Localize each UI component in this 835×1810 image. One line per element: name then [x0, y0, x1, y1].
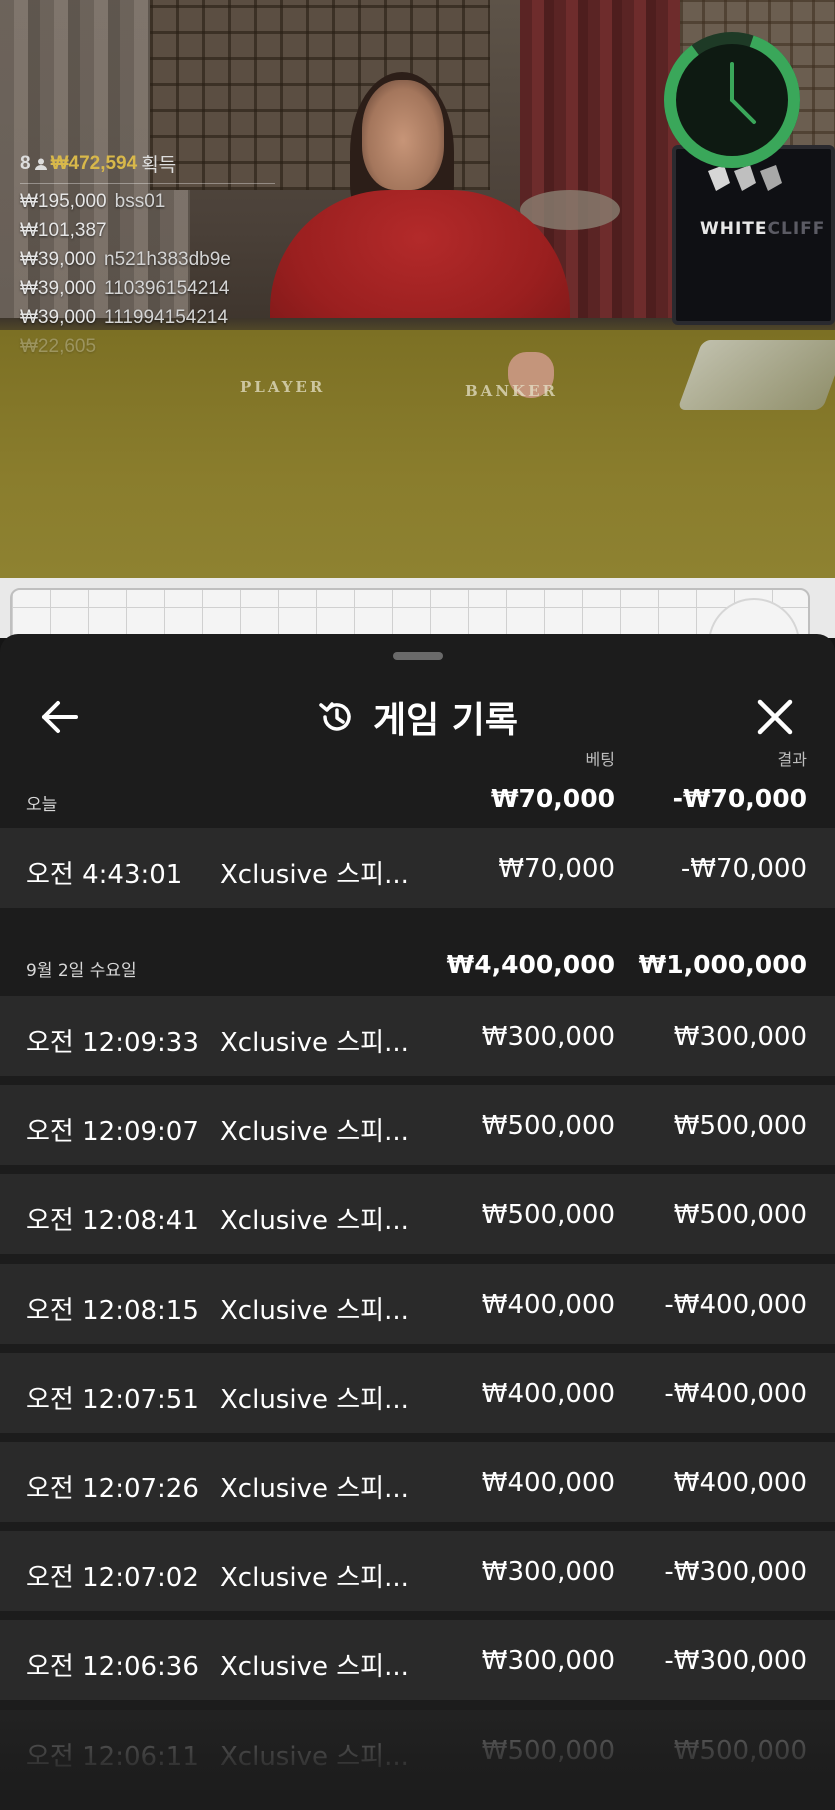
brand-name: WHITECLIFF: [700, 219, 826, 239]
game-name: Xclusive 스피...: [220, 1117, 409, 1147]
winners-list: 8 ₩472,594 획득 ₩195,000 bss01 ₩101,387 ₩39…: [20, 150, 275, 358]
result-amount: ₩400,000: [673, 1468, 807, 1498]
bet-amount: ₩300,000: [481, 1557, 615, 1587]
person-icon: [34, 158, 47, 170]
card-shoe: [677, 340, 835, 410]
banker-area-label: BANKER: [465, 382, 558, 400]
history-row[interactable]: 오전 12:06:36 Xclusive 스피... ₩300,000 -₩30…: [0, 1620, 835, 1700]
group-result-total: ₩1,000,000: [638, 950, 807, 979]
winners-label: 획득: [141, 155, 177, 176]
bet-amount: ₩500,000: [481, 1200, 615, 1230]
bet-amount: ₩400,000: [481, 1290, 615, 1320]
group-bet-total: ₩4,400,000: [446, 950, 615, 979]
result-amount: -₩300,000: [664, 1646, 807, 1676]
game-name: Xclusive 스피...: [220, 1563, 409, 1593]
bet-amount: ₩400,000: [481, 1379, 615, 1409]
history-row[interactable]: 오전 12:09:07 Xclusive 스피... ₩500,000 ₩500…: [0, 1085, 835, 1165]
round-time: 오전 12:07:02: [26, 1563, 199, 1593]
arrow-left-icon: [42, 701, 78, 733]
history-row[interactable]: 오전 4:43:01 Xclusive 스피... ₩70,000 -₩70,0…: [0, 828, 835, 908]
round-timer: [664, 32, 800, 168]
history-row[interactable]: 오전 12:07:51 Xclusive 스피... ₩400,000 -₩40…: [0, 1353, 835, 1433]
result-amount: ₩500,000: [673, 1736, 807, 1766]
game-name: Xclusive 스피...: [220, 1742, 409, 1772]
page-title: 게임 기록: [372, 700, 518, 741]
round-time: 오전 12:09:33: [26, 1028, 199, 1058]
result-amount: ₩300,000: [673, 1022, 807, 1052]
result-amount: -₩70,000: [680, 854, 807, 884]
round-time: 오전 4:43:01: [26, 860, 183, 890]
column-header-result: 결과: [777, 750, 807, 769]
result-amount: -₩300,000: [664, 1557, 807, 1587]
dealer-head: [362, 80, 444, 190]
group-bet-total: ₩70,000: [490, 784, 615, 813]
winner-row: ₩195,000 bss01: [20, 191, 166, 212]
game-history-sheet: 게임 기록 베팅 결과 오늘 ₩70,000 -₩70,000 오전 4:43:…: [0, 634, 835, 1810]
winner-row: ₩22,605: [20, 336, 97, 357]
winner-row: ₩39,000 110396154214: [20, 278, 230, 299]
round-time: 오전 12:06:36: [26, 1652, 199, 1682]
background-lamp: [520, 190, 620, 230]
round-time: 오전 12:07:51: [26, 1385, 199, 1415]
round-time: 오전 12:09:07: [26, 1117, 199, 1147]
column-headers: 베팅 결과: [0, 746, 835, 770]
result-amount: -₩400,000: [664, 1290, 807, 1320]
sheet-drag-handle[interactable]: [393, 652, 443, 660]
winner-row: ₩39,000 111994154214: [20, 307, 229, 328]
winner-row: ₩101,387: [20, 220, 107, 241]
result-amount: -₩400,000: [664, 1379, 807, 1409]
history-row[interactable]: 오전 12:08:41 Xclusive 스피... ₩500,000 ₩500…: [0, 1174, 835, 1254]
group-date: 오늘: [26, 795, 58, 815]
bet-amount: ₩70,000: [498, 854, 615, 884]
winners-count: 8: [20, 152, 31, 174]
date-group-header: 오늘 ₩70,000 -₩70,000: [0, 780, 835, 820]
round-time: 오전 12:08:15: [26, 1296, 199, 1326]
round-time: 오전 12:08:41: [26, 1206, 199, 1236]
winner-row: ₩39,000 n521h383db9e: [20, 249, 231, 270]
back-button[interactable]: [36, 694, 82, 740]
game-name: Xclusive 스피...: [220, 1385, 409, 1415]
game-name: Xclusive 스피...: [220, 1474, 409, 1504]
history-row[interactable]: 오전 12:07:26 Xclusive 스피... ₩400,000 ₩400…: [0, 1442, 835, 1522]
history-row[interactable]: 오전 12:08:15 Xclusive 스피... ₩400,000 -₩40…: [0, 1264, 835, 1344]
player-area-label: PLAYER: [240, 378, 326, 396]
game-name: Xclusive 스피...: [220, 860, 409, 890]
history-row[interactable]: 오전 12:07:02 Xclusive 스피... ₩300,000 -₩30…: [0, 1531, 835, 1611]
bet-amount: ₩400,000: [481, 1468, 615, 1498]
winners-total: ₩472,594: [50, 152, 138, 174]
brand-monitor: WHITECLIFF: [672, 145, 835, 325]
history-row[interactable]: 오전 12:09:33 Xclusive 스피... ₩300,000 ₩300…: [0, 996, 835, 1076]
history-row[interactable]: 오전 12:06:11 Xclusive 스피... ₩500,000 ₩500…: [0, 1710, 835, 1790]
round-time: 오전 12:07:26: [26, 1474, 199, 1504]
game-name: Xclusive 스피...: [220, 1652, 409, 1682]
group-result-total: -₩70,000: [672, 784, 807, 813]
column-header-bet: 베팅: [585, 750, 615, 769]
bet-amount: ₩500,000: [481, 1111, 615, 1141]
date-group-header: 9월 2일 수요일 ₩4,400,000 ₩1,000,000: [0, 946, 835, 986]
game-name: Xclusive 스피...: [220, 1296, 409, 1326]
round-time: 오전 12:06:11: [26, 1742, 199, 1772]
history-icon: [319, 702, 351, 731]
live-video: PLAYER BANKER WHITECLIFF 8 ₩472,594 획득 ₩…: [0, 0, 835, 578]
bet-amount: ₩500,000: [481, 1736, 615, 1766]
close-button[interactable]: [752, 694, 798, 740]
game-name: Xclusive 스피...: [220, 1028, 409, 1058]
result-amount: ₩500,000: [673, 1111, 807, 1141]
close-icon: [757, 699, 793, 735]
bet-amount: ₩300,000: [481, 1022, 615, 1052]
game-name: Xclusive 스피...: [220, 1206, 409, 1236]
result-amount: ₩500,000: [673, 1200, 807, 1230]
group-date: 9월 2일 수요일: [26, 961, 137, 981]
winners-summary: 8 ₩472,594 획득: [20, 150, 275, 184]
bet-amount: ₩300,000: [481, 1646, 615, 1676]
